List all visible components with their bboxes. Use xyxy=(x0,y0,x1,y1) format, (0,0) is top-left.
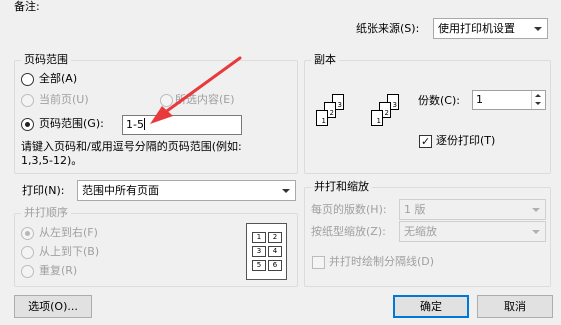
page-range-label[interactable]: 页码范围(G): xyxy=(39,117,104,131)
scale-value: 无缩放 xyxy=(404,225,437,238)
chevron-down-icon xyxy=(282,189,290,193)
options-button[interactable]: 选项(O)... xyxy=(14,295,92,318)
current-page-label[interactable]: 当前页(U) xyxy=(39,93,89,107)
cancel-button[interactable]: 取消 xyxy=(477,295,553,318)
pages-per-sheet-label: 每页的版数(H): xyxy=(311,203,387,216)
uncollated-pages-icon: 3 2 1 xyxy=(316,94,356,144)
copies-count-input[interactable]: 1 xyxy=(472,90,546,110)
order-cell-5: 5 xyxy=(252,260,266,271)
copies-count-label: 份数(C): xyxy=(418,94,460,107)
copies-spinner[interactable] xyxy=(531,91,545,109)
top-to-bottom-label[interactable]: 从上到下(B) xyxy=(39,245,99,259)
radio-page-range[interactable] xyxy=(21,118,34,131)
repeat-label[interactable]: 重复(R) xyxy=(39,264,77,278)
print-order-title: 并打顺序 xyxy=(21,206,71,219)
order-cell-3: 3 xyxy=(252,246,266,257)
radio-top-to-bottom[interactable] xyxy=(21,246,34,259)
chevron-down-icon xyxy=(532,208,540,212)
pages-per-sheet-select[interactable]: 1 版 xyxy=(399,199,546,220)
paper-source-select[interactable]: 使用打印机设置 xyxy=(433,18,548,39)
print-order-preview: 1 2 3 4 5 6 xyxy=(246,223,287,280)
order-cell-6: 6 xyxy=(268,260,282,271)
radio-all-pages[interactable] xyxy=(21,73,34,86)
collate-label[interactable]: 逐份打印(T) xyxy=(436,134,495,148)
draw-borders-checkbox[interactable] xyxy=(312,256,325,269)
order-cell-2: 2 xyxy=(268,232,282,243)
page-range-hint-line2: 1,3,5-12)。 xyxy=(21,154,83,167)
draw-borders-label[interactable]: 并打时绘制分隔线(D) xyxy=(329,255,434,269)
spin-up-icon[interactable] xyxy=(535,94,541,97)
checkmark-icon: ✓ xyxy=(421,135,431,148)
order-cell-1: 1 xyxy=(252,232,266,243)
print-what-value: 范围中所有页面 xyxy=(82,184,159,197)
paper-source-label: 纸张来源(S): xyxy=(356,22,420,35)
radio-left-to-right[interactable] xyxy=(21,227,34,240)
notes-label: 备注: xyxy=(14,0,40,13)
zoom-title: 并打和缩放 xyxy=(311,180,372,193)
collate-checkbox[interactable]: ✓ xyxy=(419,135,432,148)
scale-label: 按纸型缩放(Z): xyxy=(311,225,386,238)
page-range-hint-line1: 请键入页码和/或用逗号分隔的页码范围(例如: xyxy=(21,140,242,153)
annotation-arrow xyxy=(150,56,242,124)
left-to-right-label[interactable]: 从左到右(F) xyxy=(39,226,98,240)
collated-pages-icon: 3 2 1 xyxy=(371,94,411,144)
copies-title: 副本 xyxy=(311,53,339,66)
print-what-select[interactable]: 范围中所有页面 xyxy=(77,180,296,201)
all-pages-label[interactable]: 全部(A) xyxy=(39,72,77,86)
order-cell-4: 4 xyxy=(268,246,282,257)
page-range-title: 页码范围 xyxy=(21,53,71,66)
chevron-down-icon xyxy=(534,27,542,31)
print-what-label: 打印(N): xyxy=(22,184,65,197)
paper-source-value: 使用打印机设置 xyxy=(438,22,515,35)
radio-current-page[interactable] xyxy=(21,94,34,107)
ok-button[interactable]: 确定 xyxy=(393,295,469,318)
pages-per-sheet-value: 1 版 xyxy=(404,203,426,216)
copies-count-value: 1 xyxy=(476,93,483,106)
scale-select[interactable]: 无缩放 xyxy=(399,221,546,242)
chevron-down-icon xyxy=(532,230,540,234)
spin-down-icon[interactable] xyxy=(535,102,541,105)
radio-repeat[interactable] xyxy=(21,265,34,278)
